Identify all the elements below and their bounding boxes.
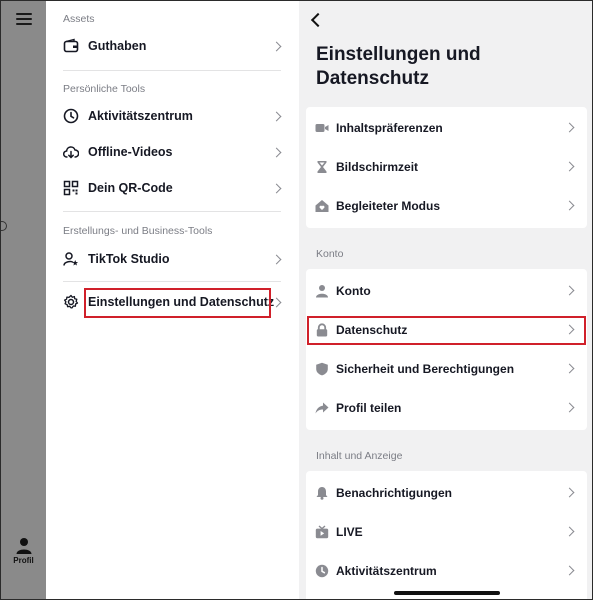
settings-row-label: Aktivitätszentrum xyxy=(336,563,437,578)
screen: Profil Assets Guthaben Persönliche Tools… xyxy=(0,0,593,600)
bottom-tab-profile[interactable]: Profil xyxy=(1,537,46,587)
user-star-icon xyxy=(63,251,79,267)
settings-panel: Einstellungen und Datenschutz Inhaltsprä… xyxy=(299,1,592,599)
settings-row-family-pairing[interactable]: Begleiteter Modus xyxy=(306,186,587,225)
menu-item-label: Guthaben xyxy=(88,39,147,53)
chevron-right-icon xyxy=(564,285,575,296)
menu-item-label: TikTok Studio xyxy=(88,252,170,266)
settings-row-label: Sicherheit und Berechtigungen xyxy=(336,361,515,376)
gear-icon xyxy=(63,294,79,310)
settings-row-label: LIVE xyxy=(336,524,363,539)
menu-item-offline-videos[interactable]: Offline-Videos xyxy=(46,134,298,170)
tv-icon xyxy=(315,524,329,539)
settings-row-security[interactable]: Sicherheit und Berechtigungen xyxy=(306,349,587,388)
group-title-content-display: Inhalt und Anzeige xyxy=(316,450,403,462)
settings-row-activity-center[interactable]: Aktivitätszentrum xyxy=(306,551,587,590)
qr-code-icon xyxy=(63,180,79,196)
chevron-right-icon xyxy=(564,200,575,211)
chevron-right-icon xyxy=(564,122,575,133)
chevron-right-icon xyxy=(564,363,575,374)
chevron-right-icon xyxy=(564,402,575,413)
share-arrow-icon xyxy=(315,401,329,415)
wallet-icon xyxy=(63,38,79,54)
person-icon xyxy=(16,538,31,554)
section-title-assets: Assets xyxy=(63,13,95,25)
highlight-box xyxy=(307,316,586,345)
chevron-right-icon xyxy=(271,183,282,193)
house-heart-icon xyxy=(315,199,329,213)
settings-row-label: Bildschirmzeit xyxy=(336,159,419,174)
menu-icon[interactable] xyxy=(16,13,32,25)
home-indicator xyxy=(394,591,500,595)
page-title: Einstellungen und Datenschutz xyxy=(316,44,481,89)
partial-icon xyxy=(1,221,7,231)
hourglass-icon xyxy=(315,160,329,174)
settings-group-account: Konto Datenschutz Sicherheit und Berecht… xyxy=(306,269,587,430)
menu-item-tiktok-studio[interactable]: TikTok Studio xyxy=(46,241,298,277)
chevron-right-icon xyxy=(564,565,575,576)
video-camera-icon xyxy=(315,121,329,135)
section-title-personal-tools: Persönliche Tools xyxy=(63,83,146,95)
settings-row-content-preferences[interactable]: Inhaltspräferenzen xyxy=(306,108,587,147)
dimmed-overlay[interactable]: Profil xyxy=(1,1,46,599)
settings-row-label: Konto xyxy=(336,283,371,298)
chevron-right-icon xyxy=(564,161,575,172)
menu-item-label: Dein QR-Code xyxy=(88,181,173,195)
settings-group-content-display: Benachrichtigungen LIVE Aktivitätszentru… xyxy=(306,471,587,599)
bottom-tab-label: Profil xyxy=(13,556,34,565)
settings-row-screen-time[interactable]: Bildschirmzeit xyxy=(306,147,587,186)
divider xyxy=(63,281,281,282)
chevron-right-icon xyxy=(564,526,575,537)
menu-item-qr-code[interactable]: Dein QR-Code xyxy=(46,170,298,206)
cloud-download-icon xyxy=(63,144,79,160)
settings-row-label: Benachrichtigungen xyxy=(336,485,453,500)
chevron-right-icon xyxy=(271,254,282,264)
settings-row-live[interactable]: LIVE xyxy=(306,512,587,551)
menu-item-label: Aktivitätszentrum xyxy=(88,109,193,123)
bell-icon xyxy=(315,486,329,500)
back-arrow-icon[interactable] xyxy=(310,12,326,28)
menu-item-label: Offline-Videos xyxy=(88,145,173,159)
divider xyxy=(63,70,281,71)
clock-icon xyxy=(63,108,79,124)
settings-group-content: Inhaltspräferenzen Bildschirmzeit Beglei… xyxy=(306,107,587,228)
settings-row-label: Profil teilen xyxy=(336,400,402,415)
settings-row-account[interactable]: Konto xyxy=(306,271,587,310)
settings-row-notifications[interactable]: Benachrichtigungen xyxy=(306,473,587,512)
menu-item-guthaben[interactable]: Guthaben xyxy=(46,28,298,64)
chevron-right-icon xyxy=(271,111,282,121)
chevron-right-icon xyxy=(271,147,282,157)
divider xyxy=(63,211,281,212)
settings-row-label: Begleiteter Modus xyxy=(336,198,441,213)
chevron-right-icon xyxy=(564,487,575,498)
settings-row-share-profile[interactable]: Profil teilen xyxy=(306,388,587,427)
section-title-business-tools: Erstellungs- und Business-Tools xyxy=(63,225,213,237)
shield-icon xyxy=(315,362,329,376)
drawer-menu: Assets Guthaben Persönliche Tools Aktivi… xyxy=(46,1,298,599)
group-title-account: Konto xyxy=(316,248,344,260)
clock-icon xyxy=(315,564,329,578)
highlight-box xyxy=(84,288,271,318)
chevron-right-icon xyxy=(271,41,282,51)
person-icon xyxy=(315,284,329,298)
menu-item-activity-center[interactable]: Aktivitätszentrum xyxy=(46,98,298,134)
settings-row-label: Inhaltspräferenzen xyxy=(336,120,443,135)
